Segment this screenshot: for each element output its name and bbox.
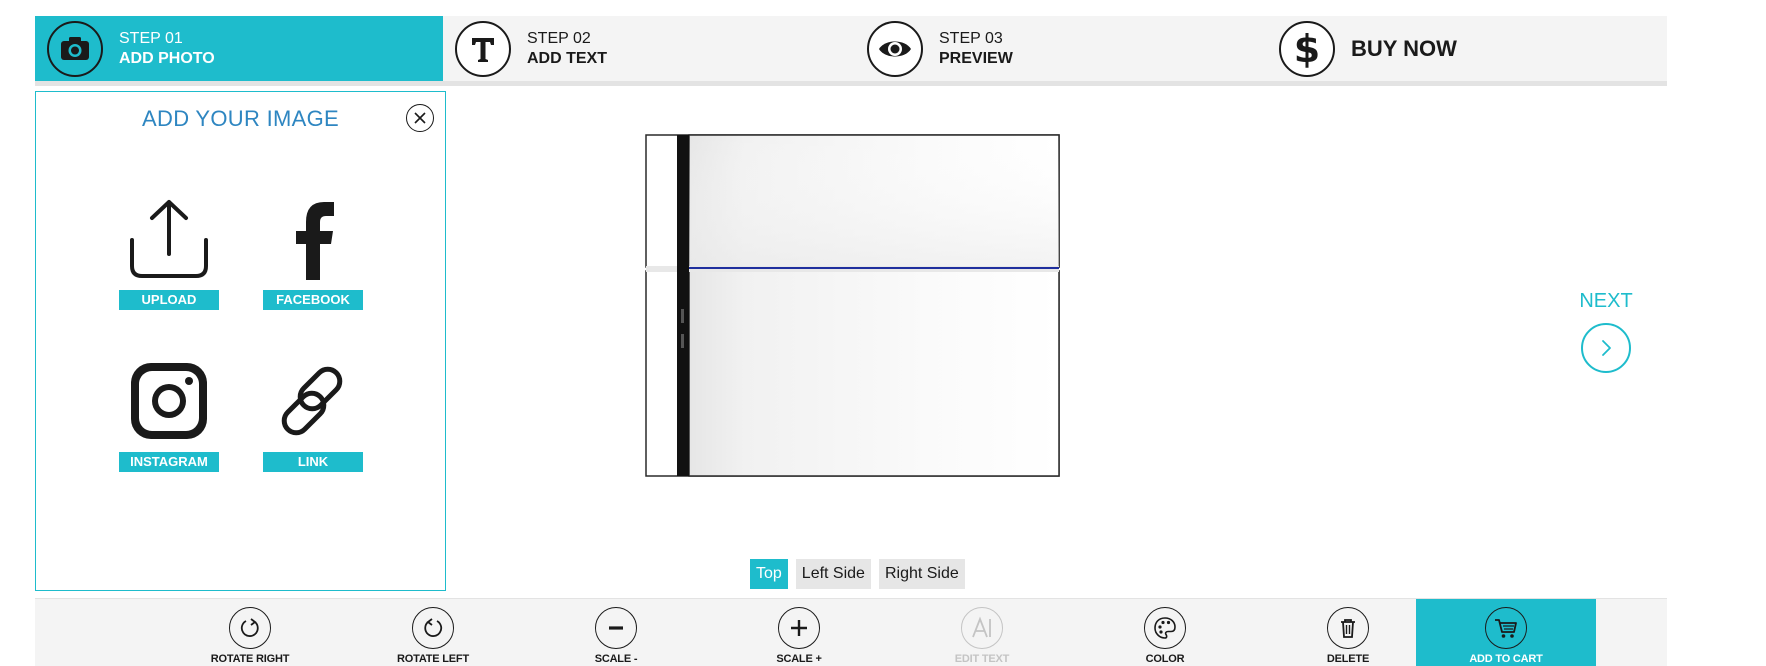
cart-icon (1485, 607, 1527, 649)
step-preview[interactable]: STEP 03 PREVIEW (855, 16, 1255, 81)
app-root: STEP 01 ADD PHOTO STEP 02 ADD TEXT STEP … (0, 0, 1766, 666)
tab-top[interactable]: Top (750, 559, 788, 589)
link-icon (263, 354, 363, 444)
next-button[interactable]: NEXT (1576, 290, 1636, 373)
bottom-toolbar: ROTATE RIGHT ROTATE LEFT SCALE - SCALE +… (35, 598, 1667, 666)
upload-icon (119, 192, 219, 282)
product-preview (645, 134, 1060, 477)
rotate-left-icon (412, 607, 454, 649)
chevron-right-icon (1581, 323, 1631, 373)
link-button[interactable]: LINK (263, 354, 363, 472)
step-label: BUY NOW (1351, 35, 1457, 61)
facebook-label: FACEBOOK (263, 290, 363, 310)
instagram-icon (119, 354, 219, 444)
instagram-label: INSTAGRAM (119, 452, 219, 472)
step-label: PREVIEW (939, 49, 1013, 67)
step-add-text[interactable]: STEP 02 ADD TEXT (443, 16, 843, 81)
facebook-icon (263, 192, 363, 282)
instagram-button[interactable]: INSTAGRAM (119, 354, 219, 472)
rotate-right-icon (229, 607, 271, 649)
tab-right-side[interactable]: Right Side (878, 559, 965, 589)
close-icon[interactable] (406, 104, 434, 132)
upload-label: UPLOAD (119, 290, 219, 310)
panel-title: ADD YOUR IMAGE (142, 106, 339, 131)
edit-text-button[interactable]: EDIT TEXT (892, 599, 1072, 666)
facebook-button[interactable]: FACEBOOK (263, 192, 363, 310)
dollar-icon: $ (1279, 20, 1335, 77)
scale-up-button[interactable]: SCALE + (709, 599, 889, 666)
step-number: STEP 02 (527, 29, 591, 47)
step-label: ADD TEXT (527, 49, 607, 67)
tool-label: ROTATE LEFT (397, 653, 469, 665)
scale-down-button[interactable]: SCALE - (526, 599, 706, 666)
upload-button[interactable]: UPLOAD (119, 192, 219, 310)
side-tabs: Top Left Side Right Side (750, 559, 965, 589)
steps-bar: STEP 01 ADD PHOTO STEP 02 ADD TEXT STEP … (35, 16, 1667, 86)
minus-icon (595, 607, 637, 649)
tool-label: SCALE + (776, 653, 822, 665)
tool-label: ADD TO CART (1469, 653, 1543, 665)
trash-icon (1327, 607, 1369, 649)
step-label: ADD PHOTO (119, 49, 215, 67)
edit-text-icon (961, 607, 1003, 649)
tool-label: COLOR (1145, 653, 1185, 665)
add-to-cart-button[interactable]: ADD TO CART (1416, 599, 1596, 666)
step-number: STEP 01 (119, 29, 183, 47)
next-label: NEXT (1579, 290, 1633, 312)
rotate-left-button[interactable]: ROTATE LEFT (343, 599, 523, 666)
tool-label: DELETE (1326, 653, 1370, 665)
text-t-icon (455, 20, 511, 77)
step-add-photo[interactable]: STEP 01 ADD PHOTO (35, 16, 443, 81)
tab-left-side[interactable]: Left Side (795, 559, 871, 589)
step-number: STEP 03 (939, 29, 1003, 47)
plus-icon (778, 607, 820, 649)
tool-label: EDIT TEXT (954, 653, 1010, 665)
color-button[interactable]: COLOR (1075, 599, 1255, 666)
tool-label: ROTATE RIGHT (210, 653, 290, 665)
eye-icon (867, 20, 923, 77)
step-buy-now[interactable]: $ BUY NOW (1267, 16, 1667, 81)
add-image-panel: ADD YOUR IMAGE UPLOAD FACEBOOK INSTAGRAM… (35, 91, 446, 591)
rotate-right-button[interactable]: ROTATE RIGHT (160, 599, 340, 666)
tool-label: SCALE - (594, 653, 638, 665)
palette-icon (1144, 607, 1186, 649)
camera-icon (47, 20, 103, 77)
link-label: LINK (263, 452, 363, 472)
delete-button[interactable]: DELETE (1258, 599, 1438, 666)
